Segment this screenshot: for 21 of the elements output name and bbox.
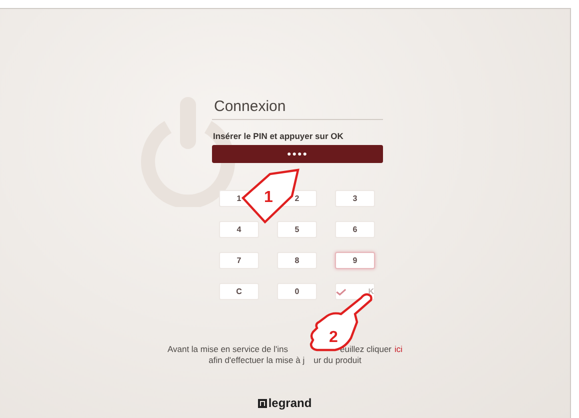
notice-text: ur du produit <box>314 355 362 366</box>
digit-button[interactable]: 5 <box>277 221 317 238</box>
notice-text: afin d'effectuer la mise à j <box>208 355 305 366</box>
here-link[interactable]: ici <box>394 344 403 355</box>
digit-button[interactable]: 3 <box>335 190 375 207</box>
notice-text: Avant la mise en service de l'ins <box>167 344 288 355</box>
callout-number: 2 <box>329 329 338 346</box>
legrand-logo: legrand <box>0 396 570 410</box>
pin-instruction: Insérer le PIN et appuyer sur OK <box>212 131 344 141</box>
digit-button[interactable]: 6 <box>335 221 375 238</box>
callout-number: 1 <box>264 189 273 206</box>
digit-button[interactable]: 8 <box>277 252 317 269</box>
checkmark-icon <box>336 286 346 296</box>
logo-square-icon <box>258 398 268 408</box>
clear-button[interactable]: C <box>219 283 259 300</box>
digit-button[interactable]: 9 <box>335 252 375 269</box>
digit-button[interactable]: 0 <box>277 283 317 300</box>
digit-button[interactable]: 4 <box>219 221 259 238</box>
login-title: Connexion <box>212 98 383 120</box>
digit-button[interactable]: 7 <box>219 252 259 269</box>
notice-text: euillez cliquer <box>340 344 392 355</box>
